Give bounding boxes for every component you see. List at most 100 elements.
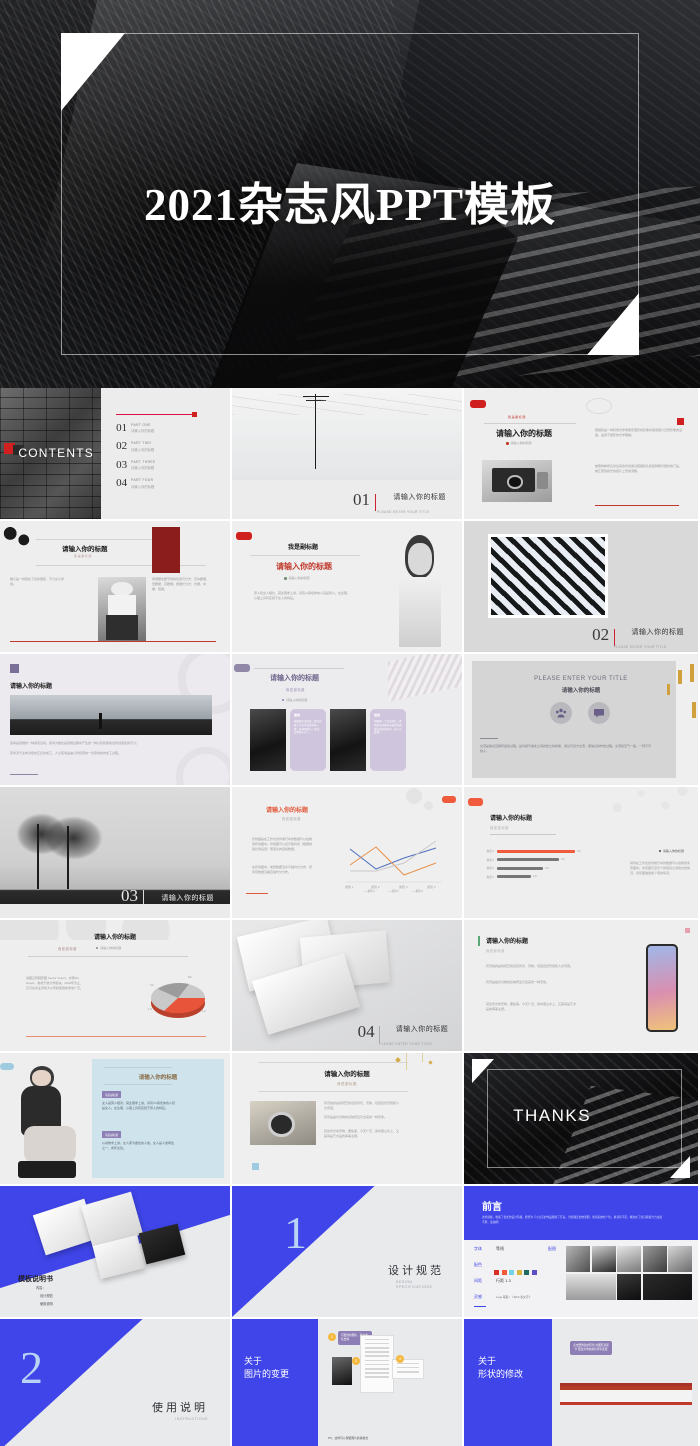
thumb-thinking-slide[interactable]: 请输入你的标题 思考是思维的一种探索活动，思考为推论是思维过程中产生的一种认知和…	[0, 654, 232, 787]
phone-body-2: 风景是由光对物的反映所显示出来的一种景象。	[486, 980, 550, 984]
ballet-title: 请输入你的标题	[138, 1075, 178, 1081]
slide-thumbnail-grid: CONTENTS 01 PART ONE 请输入你的标题 02 PART TWO…	[0, 388, 700, 1446]
toc-cn: 请输入你的标题	[131, 466, 155, 470]
thumb-ballet-slide[interactable]: 请输入你的标题 请是副标题 女人是男人相对，其生理学上讲，具有XX染色体的人就是…	[0, 1053, 232, 1186]
hero-cover-slide: 2021杂志风PPT模板	[0, 0, 700, 388]
toc-item[interactable]: 04 PART FOUR 请输入你的标题	[116, 478, 221, 489]
shape-change-title: 关于 形状的修改	[478, 1355, 523, 1381]
thumb-phone-slide[interactable]: 请输入你的标题 我是副标题 风景指的是供观赏的自然风光、景物，包括自然景观和人文…	[464, 920, 700, 1053]
thumb-camera-slide[interactable]: 我是副标题 请输入你的标题 请输入你的标题 照相机是一种利用光学成像原理形成影像…	[464, 388, 700, 521]
thumb-landscape-slide[interactable]: 请输入你的标题 我是副标题 风景指的是供观赏的自然风光、景物，包括自然景观和人文…	[232, 1053, 464, 1186]
card-label: 唱歌	[374, 713, 381, 717]
utility-pole-photo	[232, 388, 462, 480]
svg-text:类别 2: 类别 2	[371, 884, 380, 889]
card-text-yoga: 瑜伽 瑜伽源于古印度，是古印度六大哲学派系中的一种，探寻冥想与一生活，达到天人合…	[290, 709, 326, 771]
green-accent-bar	[478, 936, 480, 946]
image-change-note: PS：这样可以保留图片的版格式	[328, 1436, 369, 1440]
spec-number: 1	[284, 1207, 307, 1258]
preface-header-band	[464, 1186, 698, 1240]
camera-title: 请输入你的标题	[496, 429, 552, 438]
thumb-manual-cover[interactable]: 模板说明书 内容： 设计规范 使用说明	[0, 1186, 232, 1319]
thumb-contents[interactable]: CONTENTS 01 PART ONE 请输入你的标题 02 PART TWO…	[0, 388, 232, 521]
thumbnail	[617, 1273, 641, 1300]
preface-row-key-1: 字体	[474, 1246, 482, 1251]
image-thumbnails	[566, 1246, 692, 1300]
thumb-preface-slide[interactable]: 前言 这份模板，收集了各式的设计风格，希望为【小之花的作品能够了开来，为您确定的…	[464, 1186, 700, 1319]
bullet-dot-icon	[284, 577, 287, 580]
piechart-bullet: 请输入你的标题	[100, 946, 122, 950]
toc-item[interactable]: 02 PART TWO 请输入你的标题	[116, 441, 221, 452]
step-badge-3: 3	[396, 1355, 404, 1363]
section-title-en: PLEASE ENTER YOUR TITLE	[613, 644, 667, 649]
thumb-bar-chart-slide[interactable]: 请输入你的标题 我是副标题 类别 4 4.5 类别 3 3.5 类别 2 2.5 类别…	[464, 787, 700, 920]
step-badge-1: 1	[328, 1333, 336, 1341]
section-divider-line	[613, 629, 615, 646]
shape-change-callout: 点击要修改的形状 在图形选项卡 更改为填充颜色等等变更	[570, 1341, 612, 1356]
thumb-portrait-slide[interactable]: 我是副标题 请输入你的标题 请输入你的标题 男人和女人相比，其生理学上讲，具有x…	[232, 521, 464, 654]
toc-en: PART THREE	[131, 459, 156, 464]
svg-text:3.2: 3.2	[150, 983, 154, 987]
thumb-section-01[interactable]: 01 请输入你的标题 PLEASE ENTER YOUR TITLE	[232, 388, 464, 521]
purple-square-accent	[10, 664, 19, 673]
section-number: 03	[121, 886, 138, 905]
thumb-design-spec[interactable]: 1 设计规范 DESIGN SPECIFICATIONS	[232, 1186, 464, 1319]
hero-title: 2021杂志风PPT模板	[144, 180, 556, 230]
red-square-accent	[677, 418, 684, 425]
thumb-fashion-slide[interactable]: 请输入你的标题 我是副标题 裙子是一种围在下身的服装，不分女子穿用。 按裙腰在腰…	[0, 521, 232, 654]
thumb-communication-slide[interactable]: PLEASE ENTER YOUR TITLE 请输入你的标题 交流是信息互相传…	[464, 654, 700, 787]
purple-tab-accent	[234, 664, 250, 672]
ballet-body-1: 女人是男人相对，其生理学上讲，具有XX染色体的人就是女人。在生理、心理上具有区别…	[102, 1101, 176, 1110]
toc-cn: 请输入你的标题	[131, 429, 155, 433]
context-menu-mock[interactable]	[360, 1335, 394, 1393]
camera-body-1: 照相机是一种利用光学成像原理形成影像并使用底片记录影像的设备。是用于摄影的光学器…	[595, 428, 683, 437]
toc-number: 04	[116, 477, 128, 489]
instructions-title-cn: 使用说明	[152, 1402, 208, 1414]
phone-subtitle: 我是副标题	[486, 949, 505, 953]
thumb-section-03[interactable]: 03 请输入你的标题	[0, 787, 232, 920]
svg-text:1.2: 1.2	[202, 1009, 206, 1013]
ballet-body-2: 从动物学上讲，女人即为雌性的人类。女人是人类两性之一，成年女性。	[102, 1141, 175, 1150]
thumb-instructions[interactable]: 2 使用说明 INSTRUCTIONS	[0, 1319, 232, 1446]
manual-cover-item-1: 设计规范	[40, 1294, 53, 1298]
section-divider-line	[379, 1026, 381, 1043]
svg-text:— 系列 2: — 系列 2	[388, 889, 399, 893]
ballet-tag-2: 请是副标题	[102, 1131, 121, 1138]
landscape-body-3: 就这风光成景物，要些事，今天广泛，用中国山水上，又其间是艺术品的审美主题。	[324, 1129, 400, 1138]
preface-row-value-1: 等线	[496, 1246, 504, 1251]
thumb-pie-chart-slide[interactable]: 请输入你的标题 我是副标题 请输入你的标题 饼图又称圆形图 Sector Gra…	[0, 920, 232, 1053]
step-badge-2: 2	[352, 1357, 360, 1365]
cards-title: 请输入你的标题	[270, 674, 319, 682]
powerpoint-ribbon-mock[interactable]	[560, 1383, 692, 1405]
red-tab-accent	[470, 400, 486, 408]
phone-body-1: 风景指的是供观赏的自然风光、景物，包括自然景观和人文景观。	[486, 964, 574, 968]
gold-bar-decor	[690, 664, 694, 682]
bar-chart: 类别 4 4.5 类别 3 3.5 类别 2 2.5 类别 1 1.8	[486, 849, 581, 879]
ballet-tag-1: 请是副标题	[102, 1091, 121, 1098]
thumbnail	[642, 1246, 667, 1272]
thumb-line-chart-slide[interactable]: 请输入你的标题 我是副标题 折线图是在工作表的列或行中的数据可以绘制到折线图中。…	[232, 787, 464, 920]
thumb-image-change[interactable]: 关于 图片的变更 1 可更换的图片，若点击队去除 2 3 PS：这样可以保留图片…	[232, 1319, 464, 1446]
people-icon	[550, 702, 572, 724]
image-change-title: 关于 图片的变更	[244, 1355, 289, 1381]
toc-item[interactable]: 01 PART ONE 请输入你的标题	[116, 422, 221, 434]
section-divider-line	[374, 494, 376, 511]
section-title-en: PLEASE ENTER YOUR TITLE	[379, 1041, 433, 1046]
instructions-number: 2	[20, 1342, 43, 1393]
thumb-section-02[interactable]: 02 请输入你的标题 PLEASE ENTER YOUR TITLE	[464, 521, 700, 654]
svg-text:— 系列 3: — 系列 3	[412, 889, 423, 893]
thumb-thanks-slide[interactable]: THANKS	[464, 1053, 700, 1186]
contents-title: CONTENTS	[18, 446, 94, 460]
section-title-cn: 请输入你的标题	[631, 628, 684, 636]
seaside-photo	[10, 695, 212, 735]
barchart-subtitle: 我是副标题	[490, 826, 509, 830]
thumbnail	[566, 1246, 590, 1272]
sample-image	[332, 1357, 352, 1385]
thumb-cards-slide[interactable]: 请输入你的标题 我是副标题 请输入你的标题 瑜伽 瑜伽源于古印度，是古印度六大哲…	[232, 654, 464, 787]
thumb-shape-change[interactable]: 关于 形状的修改 点击要修改的形状 在图形选项卡 更改为填充颜色等等变更	[464, 1319, 700, 1446]
thumb-section-04[interactable]: 04 请输入你的标题 PLEASE ENTER YOUR TITLE	[232, 920, 464, 1053]
toc-item[interactable]: 03 PART THREE 请输入你的标题	[116, 459, 221, 471]
orange-tab-accent	[468, 798, 483, 806]
preface-row-value-3: 行距 1.3	[496, 1278, 511, 1283]
pink-square-accent	[685, 928, 690, 933]
bullet-dot-icon	[96, 947, 99, 950]
